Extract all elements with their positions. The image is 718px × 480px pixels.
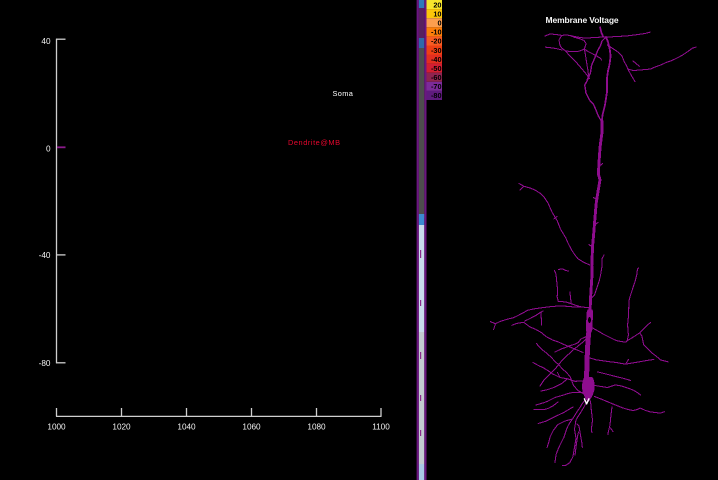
svg-text:Soma: Soma (333, 89, 354, 98)
svg-text:1020: 1020 (112, 423, 131, 432)
svg-text:-40: -40 (39, 251, 51, 260)
svg-text:1060: 1060 (242, 423, 261, 432)
svg-text:40: 40 (41, 37, 51, 46)
svg-text:-70: -70 (431, 82, 442, 91)
svg-text:-50: -50 (431, 64, 442, 73)
svg-text:Membrane Voltage: Membrane Voltage (546, 15, 619, 25)
svg-text:-10: -10 (431, 28, 442, 37)
svg-text:-60: -60 (431, 73, 442, 82)
svg-text:20: 20 (433, 0, 441, 9)
svg-text:0: 0 (46, 145, 51, 154)
svg-text:1080: 1080 (307, 423, 326, 432)
svg-text:10: 10 (433, 9, 441, 18)
svg-text:1040: 1040 (177, 423, 196, 432)
svg-text:0: 0 (437, 19, 441, 28)
svg-text:1100: 1100 (372, 423, 390, 432)
svg-text:-80: -80 (431, 91, 442, 100)
svg-text:-20: -20 (431, 37, 442, 46)
svg-text:-30: -30 (431, 46, 442, 55)
svg-text:-80: -80 (39, 359, 51, 368)
svg-text:1000: 1000 (47, 423, 66, 432)
svg-text:-40: -40 (431, 55, 442, 64)
svg-text:Dendrite@MB: Dendrite@MB (288, 138, 341, 147)
